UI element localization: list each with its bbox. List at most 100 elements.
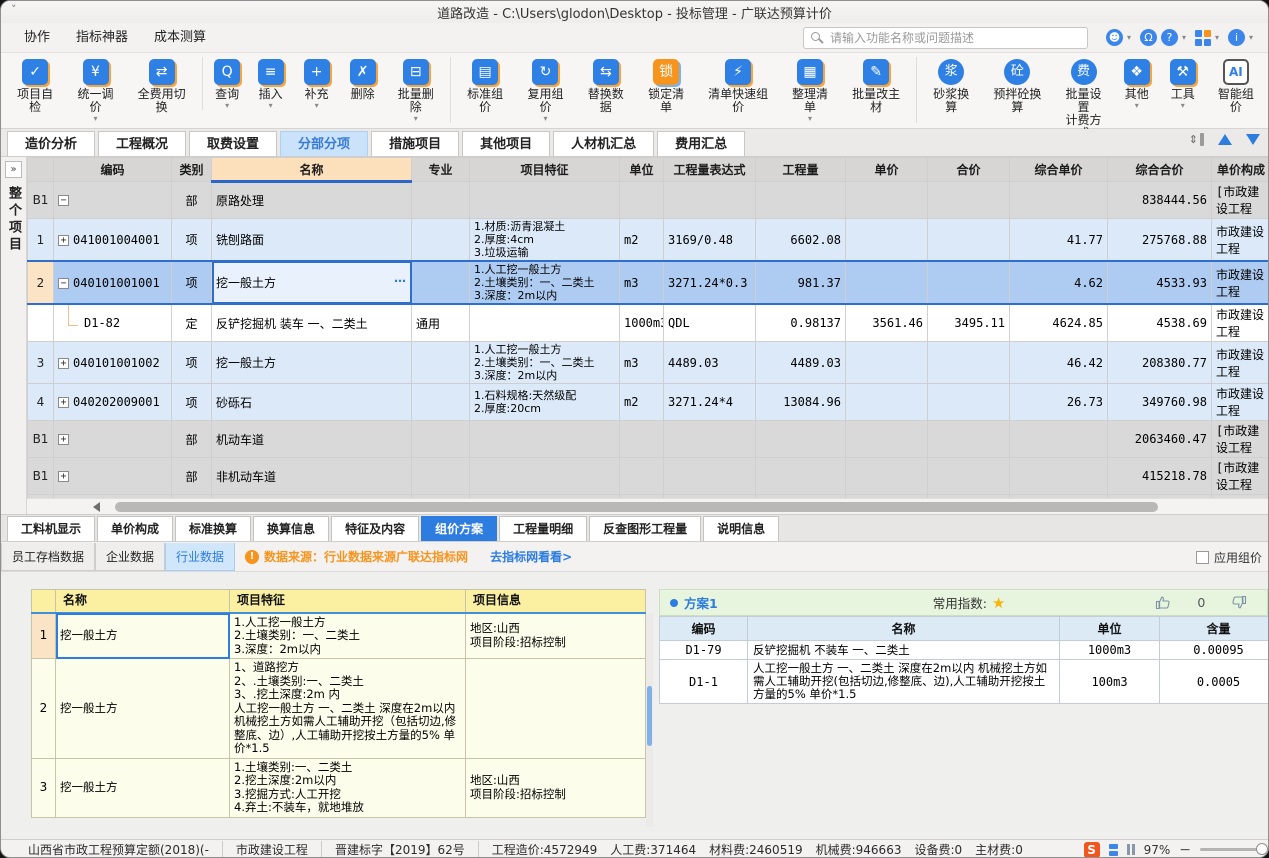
name-cell[interactable]: 铣刨路面 — [212, 219, 412, 262]
quick-access-chevron-icon[interactable]: ˅ — [11, 3, 17, 16]
column-header[interactable]: 综合合价 — [1108, 158, 1212, 182]
tree-toggle-icon[interactable]: − — [58, 278, 69, 289]
table-row[interactable]: B1 + 部 非机动车道 415218.78 — [28, 458, 1269, 495]
row-number-cell[interactable] — [28, 304, 54, 342]
row-number-cell[interactable]: B1 — [28, 421, 54, 458]
column-header[interactable]: 专业 — [412, 158, 470, 182]
column-header[interactable]: 工程量表达式 — [664, 158, 756, 182]
column-header[interactable]: 类别 — [172, 158, 212, 182]
menu-item[interactable]: 指标神器 — [63, 23, 141, 53]
name-cell[interactable]: ⋯挖一般土方 — [212, 261, 412, 304]
code-cell[interactable]: +040101001002 — [54, 342, 172, 384]
move-down-icon[interactable] — [1246, 134, 1260, 145]
detail-tab[interactable]: 标准换算 — [175, 516, 251, 541]
row-number-cell[interactable]: 1 — [28, 219, 54, 262]
row-number-cell[interactable]: 2 — [28, 261, 54, 304]
dropdown-caret-icon[interactable]: ▾ — [414, 114, 418, 123]
column-header[interactable]: 合价 — [928, 158, 1010, 182]
name-cell[interactable]: 非机动车道 — [212, 458, 412, 495]
toolbar-button[interactable]: ⇄ 全费用切换 — [126, 57, 198, 123]
name-cell[interactable]: 挖一般土方 — [56, 659, 230, 759]
dropdown-caret-icon[interactable]: ▾ — [1135, 101, 1139, 110]
column-header[interactable]: 单价 — [846, 158, 928, 182]
toolbar-button[interactable]: ⚒ 工具 ▾ — [1160, 57, 1206, 110]
code-cell[interactable]: −040101001001 — [54, 261, 172, 304]
toolbar-button[interactable]: ¥ 统一调价 ▾ — [65, 57, 125, 123]
column-header[interactable]: 名称 — [56, 590, 230, 613]
scrollbar-thumb[interactable] — [115, 502, 1158, 512]
source-tab[interactable]: 员工存档数据 — [1, 543, 95, 571]
name-cell[interactable]: 挖一般土方 — [56, 613, 230, 659]
list-item[interactable]: 3 挖一般土方 1.土壤类别:一、二类土 2.挖土深度:2m以内 3.挖掘方式:… — [32, 758, 646, 817]
list-item[interactable]: 2 挖一般土方 1、道路挖方 2、.土壤类别:一、二类土 3、.挖土深度:2m … — [32, 659, 646, 759]
code-cell[interactable]: + — [54, 458, 172, 495]
dropdown-caret-icon[interactable]: ▾ — [269, 101, 273, 110]
detail-tab[interactable]: 单价构成 — [97, 516, 173, 541]
sidebar-expander-icon[interactable]: » — [5, 161, 22, 178]
detail-tab[interactable]: 特征及内容 — [331, 516, 419, 541]
table-row[interactable]: 4 +040202009001 项 砂砾石 1.石料规格:天然级配 2.厚度:2… — [28, 384, 1269, 421]
toolbar-button[interactable]: ≡ 插入 ▾ — [248, 57, 294, 110]
code-cell[interactable]: D1-82 — [54, 304, 172, 342]
column-header[interactable]: 项目信息 — [466, 590, 646, 613]
detail-tab[interactable]: 工料机显示 — [7, 516, 95, 541]
table-row[interactable]: B1 + 部 机动车道 2063460.47 — [28, 421, 1269, 458]
project-tree-label[interactable]: 整个项目 — [4, 186, 23, 254]
scrollbar-thumb[interactable] — [647, 686, 652, 746]
headset-support-icon[interactable]: Ω — [1140, 29, 1157, 46]
go-to-index-site-link[interactable]: 去指标网看看> — [490, 548, 572, 565]
row-number-cell[interactable]: 4 — [28, 384, 54, 421]
toolbar-button[interactable]: + 补充 ▾ — [294, 57, 340, 110]
source-tab[interactable]: 行业数据 — [165, 543, 235, 571]
column-header[interactable]: 编码 — [660, 617, 748, 641]
more-options-icon[interactable]: ⋯ — [394, 274, 407, 288]
search-input[interactable] — [803, 27, 1088, 49]
sheet-tab[interactable]: 造价分析 — [7, 131, 95, 156]
name-cell[interactable]: 反铲挖掘机 装车 一、二类土 — [212, 304, 412, 342]
toolbar-button[interactable]: ▦ 整理清单 ▾ — [780, 57, 840, 123]
toolbar-button[interactable]: ✎ 批量改主材 — [840, 57, 912, 123]
column-header[interactable]: 综合单价 — [1010, 158, 1108, 182]
help-icon[interactable]: ? — [1161, 29, 1178, 46]
source-tab[interactable]: 企业数据 — [95, 543, 165, 571]
table-row[interactable]: 1 +041001004001 项 铣刨路面 1.材质:沥青混凝土 2.厚度:4… — [28, 219, 1269, 262]
vertical-scrollbar[interactable] — [646, 614, 653, 827]
column-header[interactable]: 项目特征 — [230, 590, 466, 613]
code-cell[interactable]: − — [54, 182, 172, 219]
name-cell[interactable]: 机动车道 — [212, 421, 412, 458]
row-number-cell[interactable]: B1 — [28, 182, 54, 219]
column-header[interactable]: 名称 — [748, 617, 1060, 641]
list-item[interactable]: 1 挖一般土方 1.人工挖一般土方 2.土壤类别：一、二类土 3.深度：2m以内… — [32, 613, 646, 659]
toolbar-button[interactable]: 浆 砂浆换算 — [916, 57, 981, 123]
column-header[interactable]: 编码 — [54, 158, 172, 182]
toolbar-button[interactable]: ⊟ 批量删除 ▾ — [386, 57, 446, 123]
dropdown-caret-icon[interactable]: ▾ — [543, 114, 547, 123]
menu-item[interactable]: 成本测算 — [141, 23, 219, 53]
menu-item[interactable]: 协作 — [11, 23, 63, 53]
zoom-out-icon[interactable]: − — [1179, 842, 1191, 858]
tree-toggle-icon[interactable]: + — [58, 434, 69, 445]
zoom-slider[interactable] — [1200, 848, 1264, 851]
column-header[interactable]: 工程量 — [756, 158, 846, 182]
sheet-tab[interactable]: 费用汇总 — [657, 131, 745, 156]
column-header[interactable]: 项目特征 — [470, 158, 620, 182]
dropdown-caret-icon[interactable]: ▾ — [1181, 101, 1185, 110]
zoom-slider-handle[interactable] — [1256, 843, 1268, 855]
glodon-logo-icon[interactable]: S — [1084, 842, 1100, 858]
table-row[interactable]: D1-79 反铲挖掘机 不装车 一、二类土 1000m3 0.00095 — [660, 641, 1269, 660]
detail-tab[interactable]: 说明信息 — [703, 516, 779, 541]
code-cell[interactable]: + — [54, 421, 172, 458]
apply-pricing-checkbox[interactable] — [1196, 551, 1209, 564]
detail-tab[interactable]: 工程量明细 — [499, 516, 587, 541]
table-row[interactable]: 2 −040101001001 项 ⋯挖一般土方 1.人工挖一般土方 2.土壤类… — [28, 261, 1269, 304]
column-header[interactable]: 名称 — [212, 158, 412, 182]
code-cell[interactable]: +040202009001 — [54, 384, 172, 421]
toolbar-button[interactable]: ⚡ 清单快速组价 — [696, 57, 780, 123]
table-row[interactable]: D1-1 人工挖一般土方 一、二类土 深度在2m以内 机械挖土方如需人工辅助开挖… — [660, 660, 1269, 704]
thumbs-down-icon[interactable] — [1231, 595, 1247, 610]
info-icon[interactable]: i — [1228, 29, 1245, 46]
toolbar-button[interactable]: ✗ 删除 — [340, 57, 386, 110]
row-number-cell[interactable]: 2 — [32, 659, 56, 759]
scroll-left-arrow-icon[interactable] — [93, 502, 100, 512]
row-number-cell[interactable]: 1 — [32, 613, 56, 659]
